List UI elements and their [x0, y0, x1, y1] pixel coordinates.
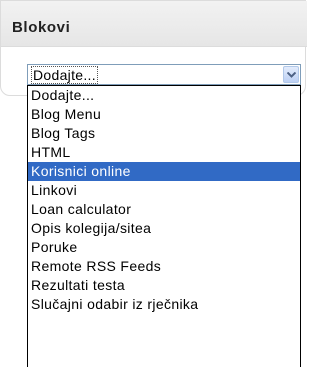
select-option[interactable]: HTML: [28, 143, 300, 162]
select-option[interactable]: Blog Menu: [28, 105, 300, 124]
select-current-value: Dodajte...: [31, 66, 98, 84]
chevron-down-icon: [287, 72, 296, 78]
select-option[interactable]: Blog Tags: [28, 124, 300, 143]
add-block-options-list[interactable]: Dodajte... Blog Menu Blog Tags HTML Korisnic…: [27, 85, 301, 367]
select-option[interactable]: Loan calculator: [28, 200, 300, 219]
select-option[interactable]: Dodajte...: [28, 86, 300, 105]
dropdown-arrow-button[interactable]: [283, 66, 299, 83]
select-option[interactable]: Slučajni odabir iz rječnika: [28, 295, 300, 314]
select-option[interactable]: Korisnici online: [28, 162, 300, 181]
blocks-panel-header: Blokovi: [1, 1, 307, 47]
panel-title: Blokovi: [12, 19, 71, 36]
select-option[interactable]: Poruke: [28, 238, 300, 257]
select-option[interactable]: Remote RSS Feeds: [28, 257, 300, 276]
select-option[interactable]: Rezultati testa: [28, 276, 300, 295]
select-option[interactable]: Linkovi: [28, 181, 300, 200]
select-option[interactable]: Opis kolegija/sitea: [28, 219, 300, 238]
add-block-select[interactable]: Dodajte...: [27, 64, 301, 85]
